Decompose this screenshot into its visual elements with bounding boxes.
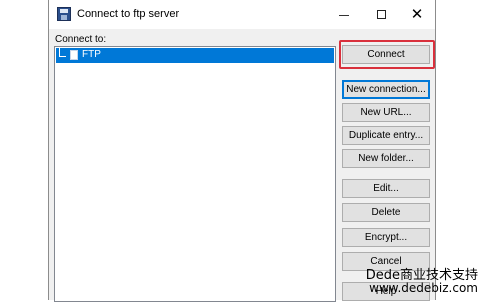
title-bar[interactable]: Connect to ftp server ✕ bbox=[49, 0, 435, 29]
delete-button[interactable]: Delete bbox=[342, 203, 430, 222]
connect-button[interactable]: Connect bbox=[342, 45, 430, 64]
app-icon bbox=[57, 7, 71, 21]
close-icon: ✕ bbox=[410, 5, 424, 23]
tree-item-label: FTP bbox=[82, 49, 101, 60]
duplicate-entry-button[interactable]: Duplicate entry... bbox=[342, 126, 430, 145]
close-button[interactable]: ✕ bbox=[398, 0, 436, 29]
new-url-button[interactable]: New URL... bbox=[342, 103, 430, 122]
new-folder-button[interactable]: New folder... bbox=[342, 149, 430, 168]
connect-to-label: Connect to: bbox=[55, 34, 107, 45]
server-tree[interactable]: FTP bbox=[54, 46, 336, 302]
encrypt-button[interactable]: Encrypt... bbox=[342, 228, 430, 247]
tree-connector bbox=[59, 48, 66, 57]
minimize-icon bbox=[339, 15, 349, 16]
connect-dialog: Connect to ftp server ✕ Connect to: FTP … bbox=[48, 0, 436, 302]
edit-button[interactable]: Edit... bbox=[342, 179, 430, 198]
minimize-button[interactable] bbox=[325, 0, 363, 29]
tree-item-ftp[interactable]: FTP bbox=[56, 48, 334, 63]
server-icon bbox=[70, 50, 78, 60]
new-connection-button[interactable]: New connection... bbox=[342, 80, 430, 99]
window-title: Connect to ftp server bbox=[77, 8, 180, 20]
maximize-icon bbox=[376, 10, 386, 19]
watermark-url: www.dedebiz.com bbox=[369, 281, 478, 295]
maximize-button[interactable] bbox=[362, 0, 400, 29]
